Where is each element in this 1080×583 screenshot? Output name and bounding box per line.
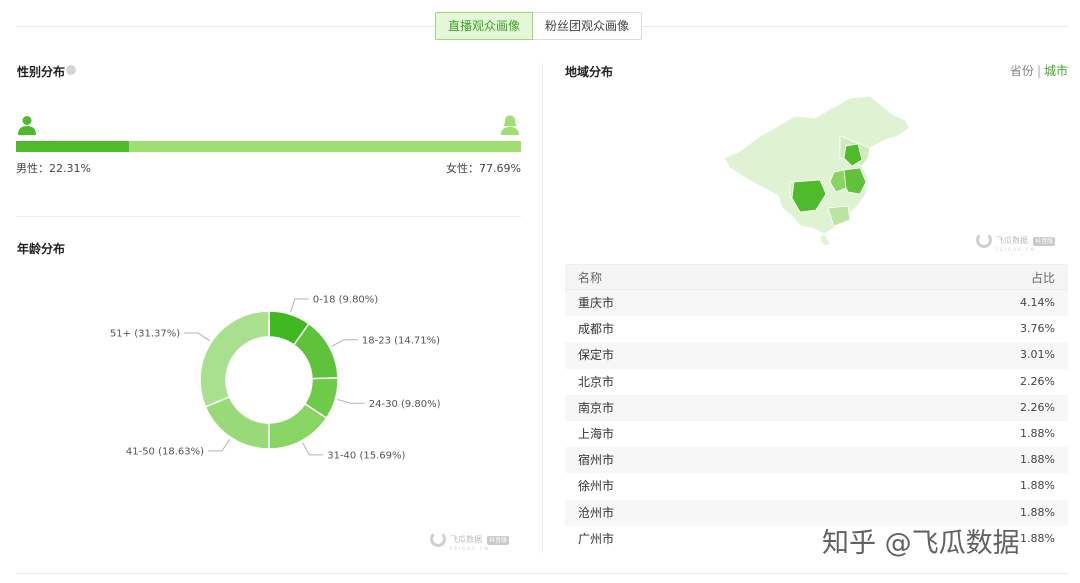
table-row: 保定市 3.01% [565, 342, 1068, 369]
female-icon [501, 115, 519, 135]
city-ratio: 1.88% [1020, 426, 1055, 440]
tab-live-audience[interactable]: 直播观众画像 [435, 12, 534, 40]
slice-leader-line [184, 332, 211, 342]
slice-leader-line [337, 398, 365, 404]
slice-leader-line [331, 339, 358, 347]
city-ratio: 3.76% [1020, 322, 1055, 336]
gender-ratio-bar [16, 141, 521, 152]
age-donut-chart: 0-18 (9.80%) 18-23 (14.71%) 24-30 (9.80%) 3… [100, 290, 480, 520]
feigua-watermark-left: 飞瓜数据 抖音版 FEIGUA.CN [430, 527, 510, 551]
help-icon[interactable] [66, 65, 77, 75]
watermark-badge: 抖音版 [1033, 237, 1056, 246]
map-base [723, 96, 911, 235]
gender-title-text: 性别分布 [17, 65, 66, 79]
table-header: 名称 占比 [565, 264, 1068, 290]
slice-label: 41-50 (18.63%) [126, 446, 204, 457]
toggle-separator: | [1036, 64, 1041, 78]
table-row: 上海市 1.88% [565, 421, 1068, 447]
region-toggle: 省份 | 城市 [1010, 62, 1068, 79]
city-name: 北京市 [578, 374, 615, 389]
feigua-logo-icon [430, 531, 446, 547]
watermark-domain: FEIGUA.CN [450, 546, 490, 551]
region-section-title: 地域分布 [565, 65, 614, 79]
city-name: 保定市 [578, 348, 615, 363]
city-name: 重庆市 [578, 296, 615, 310]
city-name: 沧州市 [578, 505, 615, 520]
slice-label: 31-40 (15.69%) [327, 450, 405, 461]
slice-41-50[interactable] [204, 395, 270, 450]
header-ratio: 占比 [1030, 271, 1055, 285]
watermark-brand: 飞瓜数据 [450, 535, 482, 544]
age-section-title: 年龄分布 [17, 242, 66, 256]
feigua-watermark-right: 飞瓜数据 抖音版 FEIGUA.CN [976, 228, 1056, 252]
toggle-city[interactable]: 城市 [1044, 64, 1068, 78]
city-ratio: 3.01% [1020, 348, 1055, 362]
female-ratio-label: 女性：77.69% [446, 162, 521, 175]
city-ratio: 1.88% [1020, 505, 1055, 519]
city-ratio: 1.88% [1020, 479, 1055, 493]
china-heat-map [723, 96, 911, 245]
watermark-brand: 飞瓜数据 [996, 236, 1028, 245]
slice-label: 0-18 (9.80%) [313, 294, 379, 305]
slice-leader-line [302, 442, 324, 456]
zhihu-watermark: 知乎 @飞瓜数据 [822, 528, 1020, 559]
slice-leader-line [290, 298, 309, 313]
city-name: 成都市 [578, 322, 615, 337]
age-donut-svg: 0-18 (9.80%) 18-23 (14.71%) 24-30 (9.80%) 3… [110, 294, 441, 461]
audience-tabs: 直播观众画像 粉丝团观众画像 [435, 12, 643, 40]
table-body: 重庆市 4.14% 成都市 3.76% 保定市 3.01% 北京市 2.26% 南京市 2.26%… [565, 290, 1068, 552]
city-ratio: 2.26% [1020, 374, 1055, 388]
table-row: 重庆市 4.14% [565, 290, 1068, 317]
bottom-divider [16, 573, 1068, 574]
city-ratio: 1.88% [1020, 453, 1055, 467]
table-row: 徐州市 1.88% [565, 473, 1068, 499]
slice-label: 51+ (31.37%) [110, 329, 180, 340]
section-divider [16, 216, 521, 217]
column-divider [542, 63, 543, 553]
city-name: 南京市 [578, 400, 615, 415]
tab-fan-group-audience[interactable]: 粉丝团观众画像 [533, 12, 643, 40]
gender-section-title: 性别分布 [17, 63, 77, 80]
slice-label: 18-23 (14.71%) [362, 335, 440, 346]
city-name: 宿州市 [578, 453, 615, 468]
map-hainan [820, 234, 830, 245]
city-ratio: 4.14% [1020, 296, 1055, 309]
city-name: 广州市 [578, 531, 615, 546]
table-row: 成都市 3.76% [565, 316, 1068, 342]
city-ratio: 2.26% [1020, 400, 1055, 414]
watermark-badge: 抖音版 [487, 536, 510, 545]
watermark-domain: FEIGUA.CN [996, 247, 1036, 252]
slice-label: 24-30 (9.80%) [369, 399, 441, 410]
male-icon [18, 116, 36, 135]
header-name: 名称 [578, 271, 603, 285]
table-row: 南京市 2.26% [565, 394, 1068, 421]
slice-leader-line [208, 438, 231, 452]
feigua-logo-icon [976, 232, 992, 248]
male-ratio-fill [16, 141, 129, 152]
city-name: 上海市 [578, 426, 615, 441]
male-ratio-label: 男性：22.31% [16, 162, 91, 175]
city-ratio: 1.88% [1020, 531, 1055, 545]
table-row: 宿州市 1.88% [565, 447, 1068, 474]
city-ratio-table: 名称 占比 重庆市 4.14% 成都市 3.76% 保定市 3.01% 北京市 2.26% 南京… [565, 264, 1068, 552]
slice-51-plus[interactable] [199, 310, 270, 408]
city-name: 徐州市 [578, 479, 615, 494]
toggle-province[interactable]: 省份 [1010, 64, 1034, 78]
table-row: 北京市 2.26% [565, 369, 1068, 395]
